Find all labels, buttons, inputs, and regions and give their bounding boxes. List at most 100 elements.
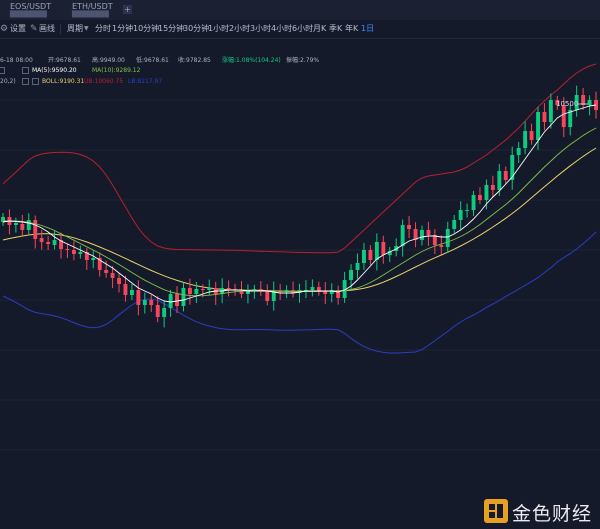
interval-button[interactable]: 4小时 — [271, 23, 292, 35]
candle[interactable] — [439, 235, 444, 255]
boll-settings-checkbox[interactable] — [32, 78, 39, 85]
interval-button[interactable]: 3小时 — [250, 23, 271, 35]
tab-eth-usdt[interactable]: ETH/USDT ████████ — [72, 2, 128, 18]
candle[interactable] — [323, 282, 328, 304]
candle[interactable] — [14, 217, 18, 233]
candle-body — [200, 289, 205, 290]
candle[interactable] — [316, 281, 321, 296]
candle[interactable] — [65, 244, 70, 258]
boll-toggle-checkbox[interactable] — [22, 78, 29, 85]
candle[interactable] — [136, 280, 141, 316]
candle[interactable] — [329, 283, 334, 303]
candle[interactable] — [46, 236, 51, 251]
candle[interactable] — [84, 247, 89, 270]
candle[interactable] — [1, 213, 6, 226]
interval-button[interactable]: 10分钟 — [133, 23, 159, 35]
candle[interactable] — [123, 275, 128, 302]
candle[interactable] — [542, 103, 547, 131]
interval-button[interactable]: 1日 — [361, 23, 374, 35]
settings-button[interactable]: 设置 — [10, 23, 26, 35]
candle[interactable] — [503, 166, 508, 185]
candle[interactable] — [510, 146, 515, 190]
candle[interactable] — [310, 279, 315, 297]
candle[interactable] — [368, 245, 373, 266]
candle[interactable] — [529, 123, 534, 145]
candle[interactable] — [374, 233, 379, 271]
candle[interactable] — [39, 229, 44, 250]
interval-button[interactable]: 年K — [345, 23, 358, 35]
candle-body — [420, 230, 424, 240]
candle[interactable] — [188, 278, 192, 305]
candle[interactable] — [181, 282, 186, 312]
ma-toggle-checkbox[interactable] — [0, 67, 5, 74]
candle[interactable] — [72, 241, 76, 261]
candle[interactable] — [516, 142, 521, 163]
candle[interactable] — [33, 215, 38, 249]
candle[interactable] — [117, 273, 121, 293]
candle[interactable] — [291, 281, 295, 298]
candle[interactable] — [581, 88, 586, 110]
interval-button[interactable]: 30分钟 — [183, 23, 209, 35]
tab-eos-usdt[interactable]: EOS/USDT ████████ — [10, 2, 66, 18]
candle[interactable] — [278, 283, 283, 300]
interval-button[interactable]: 2小时 — [229, 23, 250, 35]
candle[interactable] — [458, 201, 463, 230]
candle[interactable] — [52, 230, 57, 250]
candle-body — [355, 263, 360, 270]
candle[interactable] — [465, 203, 470, 218]
candle[interactable] — [400, 219, 405, 257]
candle[interactable] — [78, 245, 83, 259]
candle[interactable] — [336, 285, 341, 305]
candle[interactable] — [490, 175, 495, 198]
candle[interactable] — [20, 214, 25, 236]
candle[interactable] — [362, 242, 366, 270]
interval-button[interactable]: 分时 — [95, 23, 111, 35]
candle[interactable] — [130, 284, 134, 300]
candle[interactable] — [478, 187, 482, 205]
candle[interactable] — [413, 222, 418, 248]
candle[interactable] — [387, 247, 392, 262]
chevron-down-icon[interactable]: ▼ — [84, 24, 89, 34]
candle[interactable] — [304, 280, 308, 299]
candle[interactable] — [168, 289, 173, 317]
candle[interactable] — [91, 250, 96, 269]
interval-button[interactable]: 1小时 — [208, 23, 229, 35]
candle[interactable] — [568, 104, 573, 136]
candle[interactable] — [97, 252, 102, 277]
candle[interactable] — [175, 286, 179, 314]
candle[interactable] — [149, 294, 154, 312]
interval-button[interactable]: 15分钟 — [158, 23, 184, 35]
candle[interactable] — [226, 280, 231, 297]
candle[interactable] — [452, 215, 457, 233]
candle[interactable] — [420, 225, 424, 246]
candle[interactable] — [342, 271, 347, 303]
candle[interactable] — [355, 253, 360, 279]
candle[interactable] — [381, 235, 386, 264]
candle[interactable] — [252, 284, 257, 299]
candle[interactable] — [271, 281, 276, 311]
candle[interactable] — [265, 284, 270, 306]
candle[interactable] — [59, 232, 63, 259]
candle[interactable] — [523, 121, 528, 155]
candle[interactable] — [246, 284, 250, 304]
candle[interactable] — [587, 95, 592, 116]
pencil-icon[interactable]: ✎ — [30, 24, 38, 34]
add-tab-button[interactable]: + — [123, 5, 132, 14]
candle[interactable] — [394, 238, 399, 257]
interval-button[interactable]: 1分钟 — [112, 23, 133, 35]
ma-settings-checkbox[interactable] — [22, 67, 29, 74]
interval-button[interactable]: 月K — [313, 23, 326, 35]
candle[interactable] — [407, 215, 411, 238]
candle[interactable] — [471, 190, 476, 216]
interval-button[interactable]: 6小时 — [292, 23, 313, 35]
draw-line-button[interactable]: 画线 — [39, 23, 55, 35]
candle[interactable] — [426, 221, 431, 246]
candle[interactable] — [258, 281, 263, 296]
candle[interactable] — [213, 281, 218, 305]
gear-icon[interactable]: ⚙ — [0, 24, 8, 34]
candle[interactable] — [142, 292, 147, 314]
period-menu[interactable]: 周期 — [67, 23, 83, 35]
candle[interactable] — [7, 209, 12, 235]
interval-button[interactable]: 季K — [329, 23, 342, 35]
candle[interactable] — [162, 301, 167, 328]
